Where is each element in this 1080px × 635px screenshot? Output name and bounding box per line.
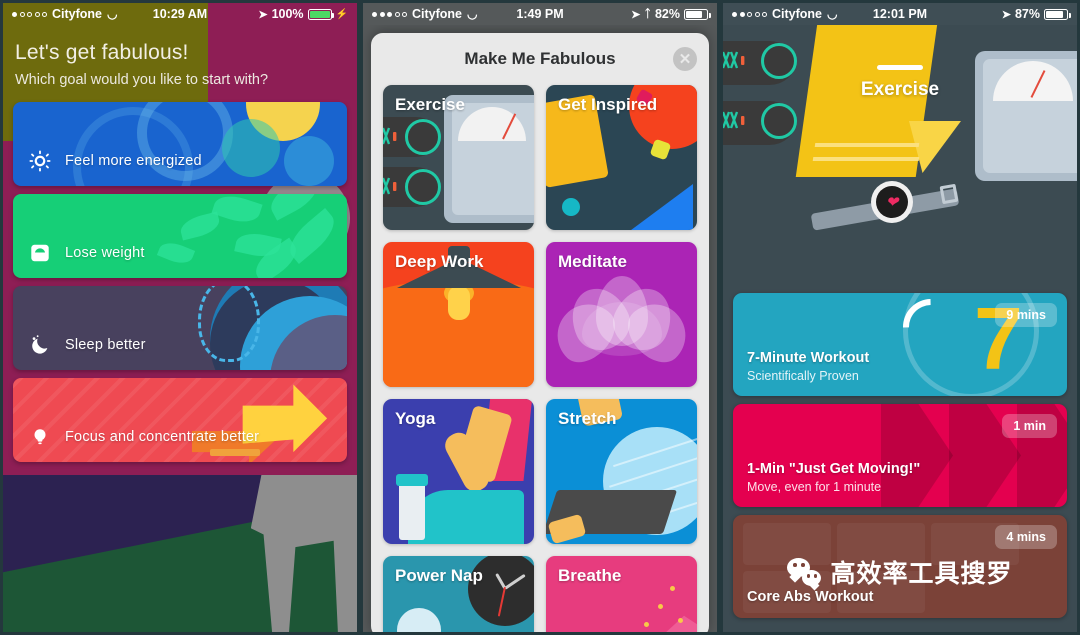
screenshot-root: Cityfone ◡ 10:29 AM ➤ 100% ⚡ Let's get f… [0, 0, 1080, 635]
close-icon[interactable]: ✕ [673, 47, 697, 71]
goal-label: Feel more energized [65, 153, 202, 169]
goal-label: Focus and concentrate better [65, 429, 260, 445]
hero-divider [877, 65, 923, 70]
duration-badge: 9 mins [995, 303, 1057, 327]
activity-label: Breathe [558, 566, 622, 585]
wechat-watermark: 高效率工具搜罗 [723, 554, 1077, 590]
battery-percent-label: 82% [654, 7, 680, 21]
signal-strength-icon [12, 11, 47, 17]
wechat-icon [787, 558, 822, 586]
activity-tile-get-inspired[interactable]: Get Inspired [546, 85, 697, 230]
battery-icon [684, 8, 711, 20]
duration-badge: 4 mins [995, 525, 1057, 549]
workout-title: 7-Minute Workout [747, 350, 870, 366]
heart-icon: ❤ [876, 186, 908, 218]
activity-tile-power-nap[interactable]: Power Nap [383, 556, 534, 632]
activity-tile-meditate[interactable]: Meditate [546, 242, 697, 387]
lightning-bolt-icon: ⚡ [335, 8, 348, 20]
towel-art [795, 25, 939, 177]
activity-sheet: Make Me Fabulous ✕ Exercise Get Inspired… [371, 33, 709, 632]
phone-screen-goal-picker: Cityfone ◡ 10:29 AM ➤ 100% ⚡ Let's get f… [0, 0, 360, 635]
sheet-header: Make Me Fabulous ✕ [371, 33, 709, 85]
goal-card-focus-and-concentrate-better[interactable]: Focus and concentrate better [13, 378, 347, 462]
night-waves-artwork [13, 286, 347, 370]
scale-icon [29, 242, 51, 264]
wifi-icon: ◡ [107, 7, 118, 21]
battery-icon [1044, 8, 1071, 20]
battery-percent-label: 87% [1014, 7, 1040, 21]
phone-screen-activity-picker: Cityfone ◡ 1:49 PM ➤ ᛏ 82% Make Me Fabul… [360, 0, 720, 635]
signal-strength-icon [732, 11, 767, 17]
signal-strength-icon [372, 11, 407, 17]
activity-label: Meditate [558, 252, 627, 271]
workout-card-1-min-just-get-moving[interactable]: 1 min 1-Min "Just Get Moving!" Move, eve… [733, 404, 1067, 507]
activity-label: Stretch [558, 409, 617, 428]
status-bar-panel1: Cityfone ◡ 10:29 AM ➤ 100% ⚡ [3, 3, 357, 25]
watermark-text: 高效率工具搜罗 [830, 559, 1013, 588]
arrows-artwork [13, 378, 347, 462]
activity-label: Get Inspired [558, 95, 658, 114]
exercise-hero-banner: ❤ Exercise [723, 25, 1077, 285]
goal-label: Sleep better [65, 337, 146, 353]
workout-card-7-minute-workout[interactable]: 7 9 mins 7-Minute Workout Scientifically… [733, 293, 1067, 396]
hero-title: Exercise [860, 79, 940, 100]
lightbulb-icon [29, 426, 51, 448]
sun-artwork [13, 102, 347, 186]
goal-list: Feel more energized Lose weight Sleep be… [3, 102, 357, 462]
activity-label: Yoga [395, 409, 436, 428]
page-subtitle: Which goal would you like to start with? [15, 72, 269, 88]
activity-tile-exercise[interactable]: Exercise [383, 85, 534, 230]
carrier-label: Cityfone [772, 7, 822, 21]
goal-card-lose-weight[interactable]: Lose weight [13, 194, 347, 278]
activity-tile-deep-work[interactable]: Deep Work [383, 242, 534, 387]
activity-label: Power Nap [395, 566, 483, 585]
activity-tile-breathe[interactable]: Breathe [546, 556, 697, 632]
sheet-title: Make Me Fabulous [464, 49, 616, 68]
goal-card-feel-more-energized[interactable]: Feel more energized [13, 102, 347, 186]
goal-label: Lose weight [65, 245, 145, 261]
duration-badge: 1 min [1002, 414, 1057, 438]
wifi-icon: ◡ [467, 7, 478, 21]
activity-grid: Exercise Get Inspired Deep Work Meditate… [371, 85, 709, 632]
status-bar-panel2: Cityfone ◡ 1:49 PM ➤ ᛏ 82% [363, 3, 717, 25]
location-arrow-icon: ➤ [1001, 8, 1011, 21]
moon-icon [29, 334, 51, 356]
activity-label: Deep Work [395, 252, 484, 271]
wifi-icon: ◡ [827, 7, 838, 21]
leaves-artwork [13, 194, 347, 278]
location-arrow-icon: ➤ [631, 8, 641, 21]
sun-icon [29, 150, 51, 172]
carrier-label: Cityfone [412, 7, 462, 21]
phone-screen-exercise-detail: Cityfone ◡ 12:01 PM ➤ 87% ❤ Exercise 7 9… [720, 0, 1080, 635]
battery-percent-label: 100% [271, 7, 304, 21]
workout-subtitle: Scientifically Proven [747, 369, 859, 383]
bluetooth-icon: ᛏ [644, 8, 651, 20]
activity-tile-stretch[interactable]: Stretch [546, 399, 697, 544]
status-bar-panel3: Cityfone ◡ 12:01 PM ➤ 87% [723, 3, 1077, 25]
workout-title: 1-Min "Just Get Moving!" [747, 461, 921, 477]
activity-tile-yoga[interactable]: Yoga [383, 399, 534, 544]
location-arrow-icon: ➤ [258, 8, 268, 21]
battery-icon [307, 8, 335, 20]
carrier-label: Cityfone [52, 7, 102, 21]
goal-card-sleep-better[interactable]: Sleep better [13, 286, 347, 370]
activity-label: Exercise [395, 95, 465, 114]
page-title: Let's get fabulous! [15, 41, 189, 64]
workout-subtitle: Move, even for 1 minute [747, 480, 882, 494]
workout-title: Core Abs Workout [747, 589, 874, 605]
